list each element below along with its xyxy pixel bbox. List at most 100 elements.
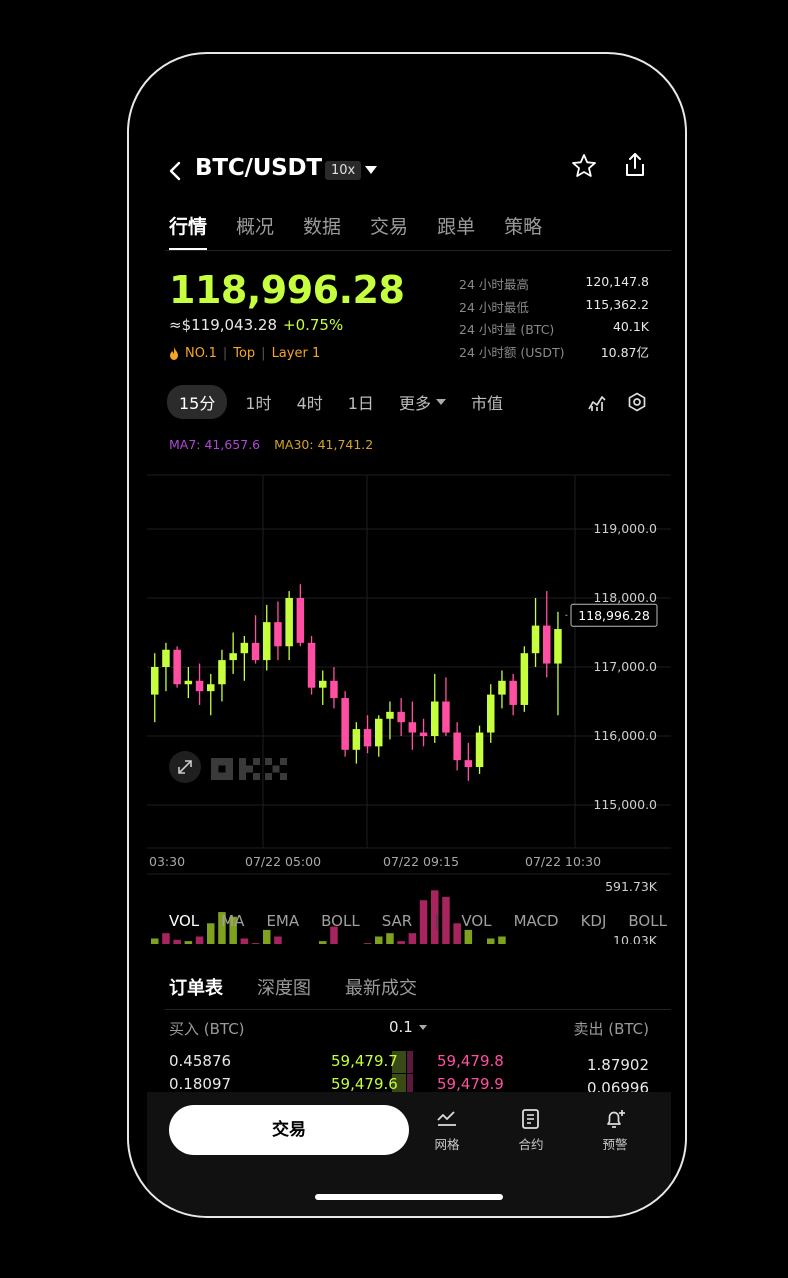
orderbook-header: 买入 (BTC) 0.1 卖出 (BTC) (169, 1018, 649, 1039)
candle-body (531, 625, 540, 654)
tab-order-book[interactable]: 订单表 (169, 974, 223, 1000)
leverage-badge: 10x (325, 161, 362, 180)
indicator-icon[interactable] (587, 393, 607, 413)
interval-4h[interactable]: 4时 (297, 390, 323, 414)
indicator-separator: | (434, 912, 440, 930)
volume-bar (498, 936, 506, 944)
candle-body (352, 729, 361, 750)
candle-body (285, 598, 293, 647)
ind-kdj[interactable]: KDJ (581, 912, 607, 930)
candle-body (520, 653, 529, 705)
tab-overview[interactable]: 概况 (236, 212, 274, 239)
orderbook-row[interactable]: 0.45876 59,479.7 59,479.8 1.87902 (169, 1052, 649, 1074)
candle-body (341, 698, 349, 750)
candlestick-chart[interactable]: 119,000.0 118,000.0 117,000.0 116,000.0 115,… (147, 424, 671, 944)
candle-body (173, 649, 181, 685)
rank-badge[interactable]: NO.1 (185, 346, 217, 361)
tab-trade[interactable]: 交易 (370, 212, 408, 239)
candle-body (195, 680, 204, 692)
ind-vol-sub[interactable]: VOL (461, 912, 491, 930)
time-tick-label: 03:30 (149, 854, 185, 869)
time-tick-label: 07/22 09:15 (383, 854, 459, 869)
expand-chart-button[interactable] (169, 751, 201, 783)
market-cap-toggle[interactable]: 市值 (471, 390, 503, 414)
stat-volume: 24 小时量 (BTC) 40.1K (459, 319, 649, 337)
tab-latest-trades[interactable]: 最新成交 (345, 974, 417, 1000)
candle-body (363, 729, 372, 747)
price-tick-label: 115,000.0 (593, 797, 657, 812)
candle-body (408, 722, 417, 733)
volume-bar (240, 938, 249, 944)
interval-bar: 15分 1时 4时 1日 更多 市值 (167, 385, 528, 419)
time-tick-label: 07/22 05:00 (245, 854, 321, 869)
interval-15m[interactable]: 15分 (167, 385, 228, 419)
candle-body (386, 711, 394, 719)
candle-body (274, 622, 282, 647)
price-change: +0.75% (283, 316, 344, 334)
share-icon[interactable] (623, 151, 647, 179)
tag-top[interactable]: Top (233, 346, 255, 361)
candle-body (162, 649, 170, 667)
volume-bar (319, 941, 327, 944)
header: BTC/USDT 10x (147, 149, 671, 193)
ind-vol-main[interactable]: VOL (169, 912, 199, 930)
interval-1h[interactable]: 1时 (245, 390, 271, 414)
volume-bar (386, 933, 394, 944)
time-tick-label: 07/22 10:30 (525, 854, 601, 869)
pair-title[interactable]: BTC/USDT (195, 155, 322, 181)
grid-button[interactable]: 网格 (417, 1108, 477, 1153)
home-indicator (315, 1194, 503, 1200)
candle-body (509, 680, 517, 705)
ind-boll-main[interactable]: BOLL (321, 912, 360, 930)
tab-depth-chart[interactable]: 深度图 (257, 974, 311, 1000)
ma30-value: MA30: 41,741.2 (274, 437, 374, 452)
price-sub: ≈$119,043.28 +0.75% (169, 316, 343, 334)
volume-bar (184, 941, 193, 944)
tab-copy-trading[interactable]: 跟单 (437, 212, 475, 239)
candle-body (319, 680, 327, 688)
pair-dropdown-icon[interactable] (365, 166, 377, 174)
precision-select[interactable]: 0.1 (389, 1018, 427, 1036)
interval-more[interactable]: 更多 (399, 390, 446, 414)
tab-strategy[interactable]: 策略 (504, 212, 542, 239)
candle-body (487, 694, 495, 733)
chevron-down-icon (435, 399, 446, 405)
tag-layer1[interactable]: Layer 1 (272, 346, 321, 361)
candle-body (307, 642, 316, 688)
volume-bar (408, 933, 417, 944)
phone-frame: BTC/USDT 10x 行情 概况 数据 交易 跟单 策略 118,996.2… (127, 52, 687, 1218)
tab-market[interactable]: 行情 (169, 212, 208, 251)
candle-body (207, 684, 215, 692)
ind-macd[interactable]: MACD (514, 912, 559, 930)
rank-tags: NO.1 | Top | Layer 1 (169, 346, 320, 361)
volume-bar (363, 943, 372, 944)
ind-ma[interactable]: MA (221, 912, 244, 930)
ind-sar[interactable]: SAR (382, 912, 412, 930)
back-icon[interactable] (167, 157, 183, 185)
volume-bar (375, 936, 383, 944)
volume-bar (397, 941, 405, 944)
star-icon[interactable] (571, 153, 597, 179)
contract-icon (522, 1109, 539, 1129)
ask-header: 卖出 (BTC) (573, 1020, 649, 1038)
candle-body (498, 680, 506, 695)
volume-bar (173, 939, 181, 944)
tab-data[interactable]: 数据 (303, 212, 341, 239)
chevron-down-icon (418, 1024, 427, 1030)
tabs-divider (165, 250, 671, 251)
contract-button[interactable]: 合约 (501, 1108, 561, 1153)
indicator-tabs: VOL MA EMA BOLL SAR | VOL MACD KDJ BOLL (169, 912, 667, 930)
current-price-label: 118,996.28 (578, 608, 650, 623)
volume-bar (251, 943, 260, 944)
ind-boll-sub[interactable]: BOLL (628, 912, 667, 930)
candle-body (464, 760, 473, 768)
gear-icon[interactable] (627, 392, 647, 412)
ind-ema[interactable]: EMA (266, 912, 299, 930)
trade-button[interactable]: 交易 (169, 1105, 409, 1155)
interval-1d[interactable]: 1日 (348, 390, 374, 414)
orderbook-divider (165, 1009, 671, 1010)
candle-body (375, 718, 383, 747)
alert-button[interactable]: 预警 (585, 1108, 645, 1153)
candle-body (296, 598, 305, 643)
volume-bar (487, 938, 495, 944)
